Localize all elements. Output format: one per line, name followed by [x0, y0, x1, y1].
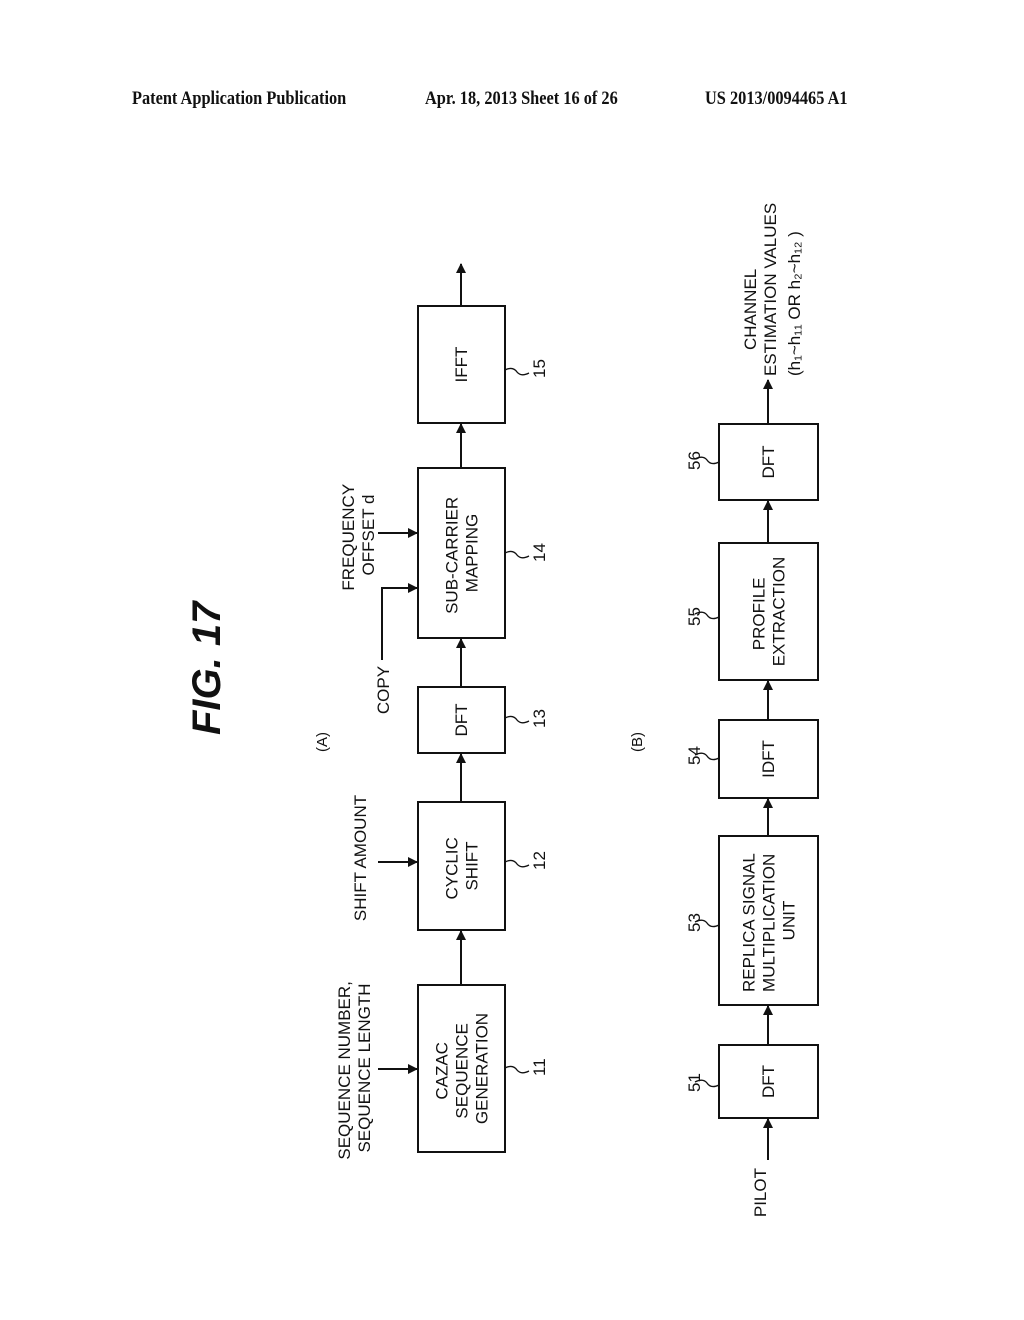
block-dft-13: DFT 13: [417, 686, 549, 754]
arrow-copy-input: [381, 583, 418, 660]
ref-56: 56: [685, 451, 704, 470]
block-profile-extraction: PROFILE EXTRACTION 55: [685, 542, 819, 681]
svg-text:DFT: DFT: [759, 1065, 778, 1098]
svg-text:IFFT: IFFT: [452, 347, 471, 383]
input-sequence-label: SEQUENCE NUMBER, SEQUENCE LENGTH: [335, 976, 374, 1159]
svg-text:IDFT: IDFT: [759, 740, 778, 778]
ref-13: 13: [530, 709, 549, 728]
block-replica-signal-multiplication-unit: REPLICA SIGNAL MULTIPLICATION UNIT 53: [685, 835, 819, 1006]
svg-text:DFT: DFT: [759, 445, 778, 478]
part-b-diagram: DFT 51 REPLICA SIGNAL MULTIPLICATION UNI…: [685, 198, 819, 1217]
svg-text:DFT: DFT: [452, 703, 471, 736]
block-sub-carrier-mapping: SUB-CARRIER MAPPING 14: [417, 467, 549, 639]
input-pilot-label: PILOT: [751, 1168, 770, 1217]
ref-12: 12: [530, 851, 549, 870]
block-cyclic-shift: CYCLIC SHIFT 12: [417, 801, 549, 931]
input-frequency-offset-label: FREQUENCY OFFSET d: [339, 479, 378, 590]
ref-15: 15: [530, 359, 549, 378]
ref-51: 51: [685, 1073, 704, 1092]
figure-title: FIG. 17: [185, 600, 229, 735]
block-cazac-sequence-generation: CAZAC SEQUENCE GENERATION 11: [417, 984, 549, 1153]
block-dft-51: DFT 51: [685, 1044, 819, 1119]
block-ifft: IFFT 15: [417, 305, 549, 424]
ref-55: 55: [685, 607, 704, 626]
input-copy-label: COPY: [374, 666, 393, 714]
ref-14: 14: [530, 543, 549, 562]
input-shift-amount-label: SHIFT AMOUNT: [351, 795, 370, 921]
svg-text:CYCLIC SHIFT: CYCLIC SHIFT: [443, 832, 482, 899]
ref-11: 11: [530, 1058, 549, 1076]
block-idft: IDFT 54: [685, 719, 819, 799]
figure-17-diagram: FIG. 17 (A) (B) CAZAC SEQUENCE GENERATIO…: [185, 198, 819, 1217]
part-a-diagram: CAZAC SEQUENCE GENERATION 11 CYCLIC SHIF…: [335, 263, 549, 1160]
block-dft-56: DFT 56: [685, 423, 819, 501]
ref-54: 54: [685, 746, 704, 765]
output-channel-estimation-label: CHANNEL ESTIMATION VALUES (h₁~h₁₁ OR h₂~…: [741, 198, 804, 376]
part-b-label: (B): [629, 732, 646, 752]
part-a-label: (A): [314, 732, 331, 752]
ref-53: 53: [685, 913, 704, 932]
svg-text:PROFILE EXTRACTION: PROFILE EXTRACTION: [750, 557, 789, 667]
